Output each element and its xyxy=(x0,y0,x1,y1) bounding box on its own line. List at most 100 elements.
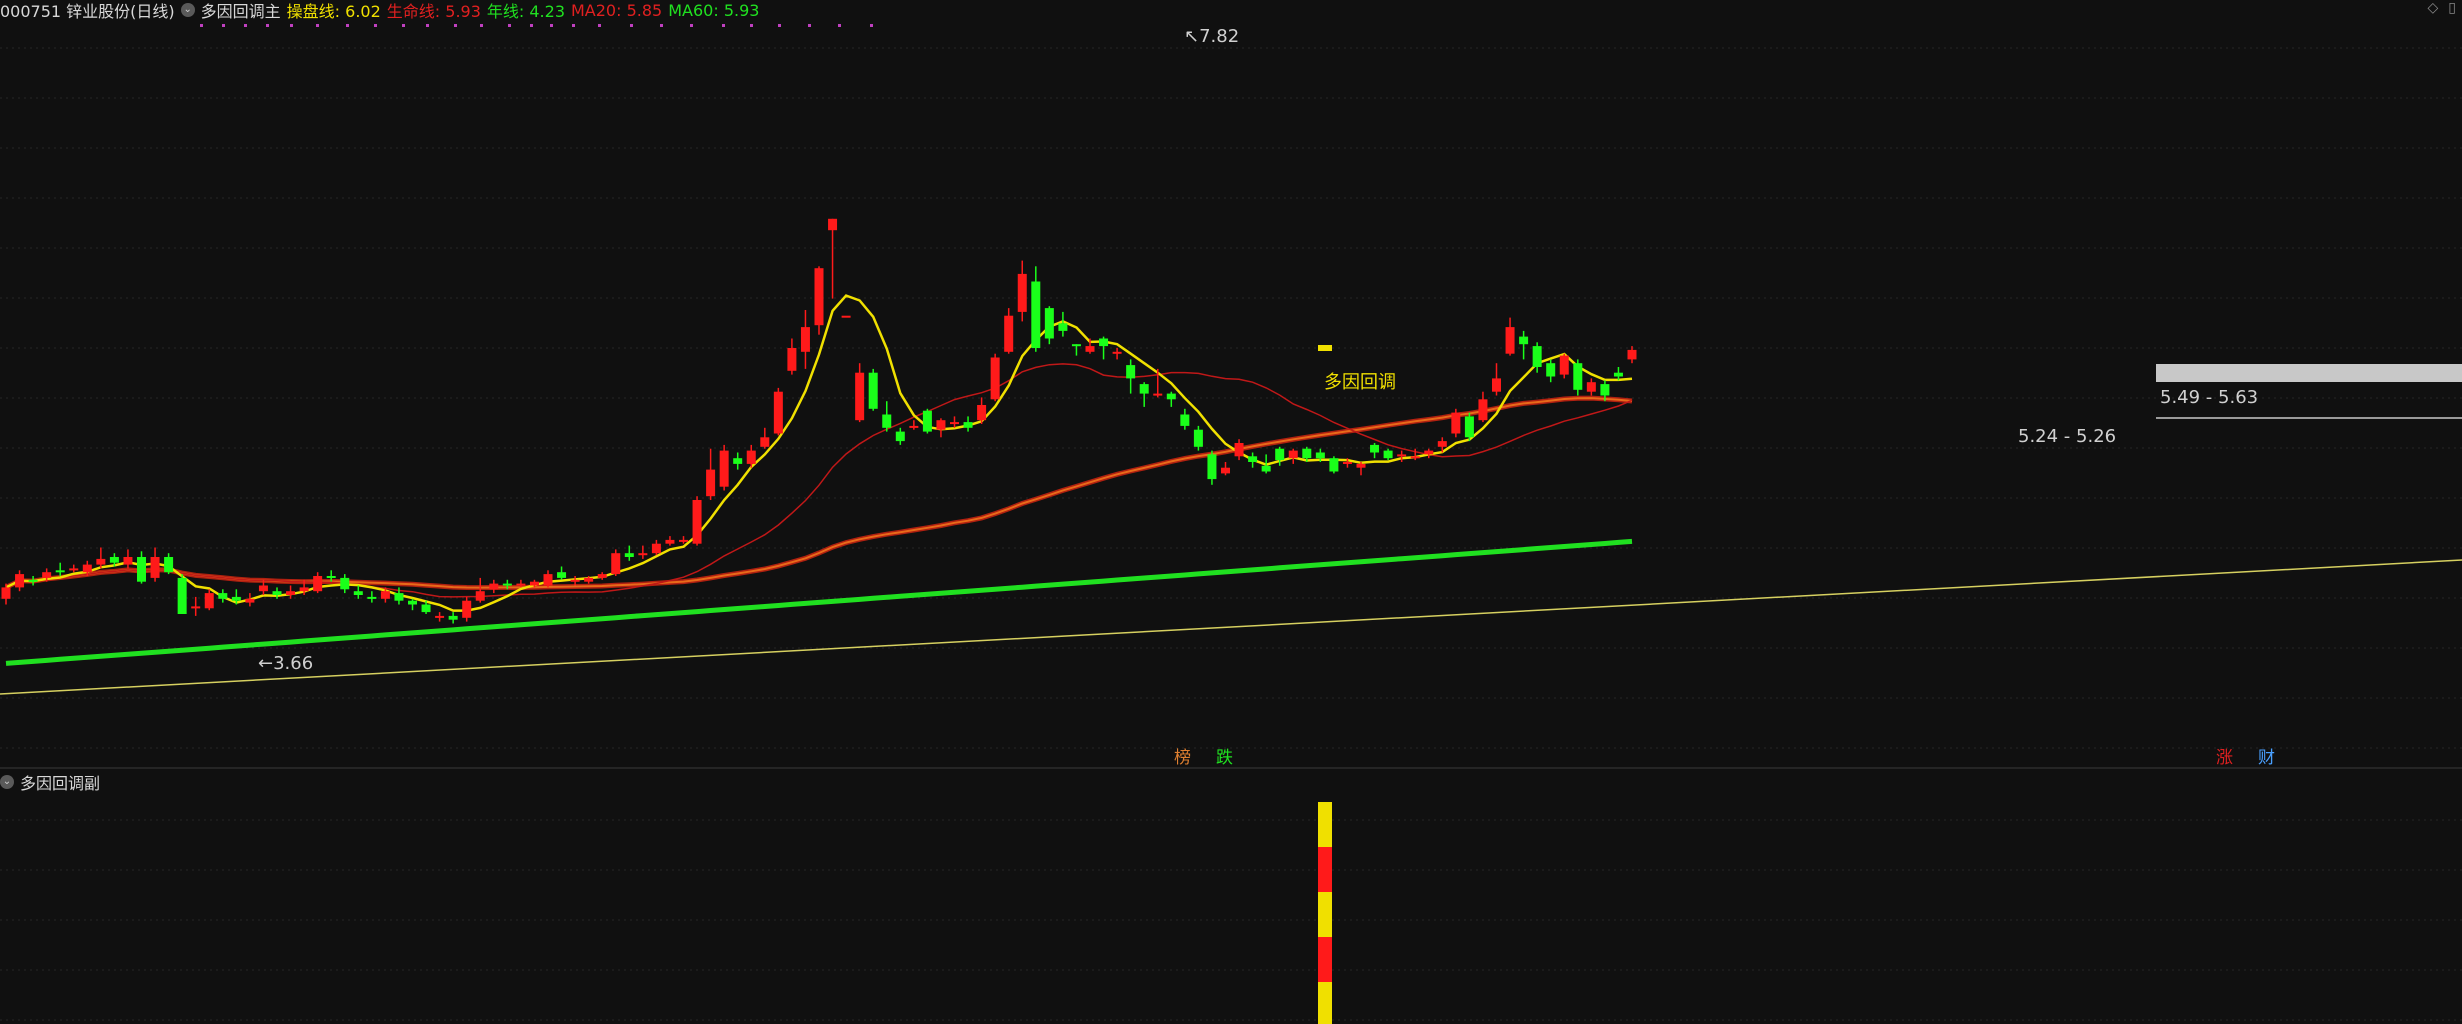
candle-body xyxy=(367,596,377,599)
panel-icon[interactable]: ▯ xyxy=(2448,0,2456,16)
candle-body xyxy=(841,315,851,318)
candle-body xyxy=(1044,308,1054,339)
candle-body xyxy=(1383,450,1393,459)
candle-body xyxy=(475,591,485,601)
zone-1-label: 5.24 - 5.26 xyxy=(2018,426,2116,447)
candle-body xyxy=(123,557,133,565)
candle-body xyxy=(977,405,987,421)
candle-body xyxy=(1410,456,1420,459)
candle-body xyxy=(679,539,688,542)
resistance-zone xyxy=(2156,364,2462,382)
candle-body xyxy=(1071,344,1081,347)
candle-body xyxy=(611,553,621,575)
indicator-item-ma60: MA60: 5.93 xyxy=(668,0,760,20)
candle-body xyxy=(922,410,932,432)
candle-body xyxy=(313,576,323,592)
signal-dot xyxy=(402,24,405,27)
candle-body xyxy=(1099,338,1109,347)
top-right-controls: ◇ ▯ xyxy=(2428,0,2457,16)
signal-dot xyxy=(630,24,633,27)
candle-body xyxy=(1085,346,1095,352)
candle-body xyxy=(746,450,756,464)
candle-body xyxy=(1532,346,1542,367)
candle-body xyxy=(1342,462,1352,464)
candle-body xyxy=(380,591,390,599)
candle-body xyxy=(1356,463,1366,468)
candle-body xyxy=(868,372,878,409)
candle-body xyxy=(272,591,282,595)
candle-body xyxy=(1139,384,1149,394)
diamond-icon[interactable]: ◇ xyxy=(2428,0,2439,16)
signal-mark xyxy=(1318,345,1332,351)
candle-body xyxy=(231,596,241,601)
candle-body xyxy=(137,557,146,582)
candle-body xyxy=(1559,355,1569,375)
candle-body xyxy=(421,604,431,613)
candle-body xyxy=(828,218,838,231)
candle-body xyxy=(1302,448,1312,459)
candle-body xyxy=(895,431,905,442)
signal-label: 多因回调 xyxy=(1324,372,1396,393)
candle-body xyxy=(787,348,797,371)
candle-body xyxy=(15,574,25,588)
chart-header: 000751 锌业股份(日线) ⌄ 多因回调主 操盘线: 6.02 生命线: 5… xyxy=(0,0,760,22)
stock-title: 000751 锌业股份(日线) xyxy=(0,2,175,21)
signal-dot xyxy=(572,24,575,27)
candle-body xyxy=(624,553,634,557)
signal-dot xyxy=(244,24,247,27)
candle-body xyxy=(1248,456,1258,462)
indicator-name[interactable]: 多因回调主 xyxy=(201,0,281,22)
candle-body xyxy=(773,391,783,434)
candle-body xyxy=(42,572,52,578)
indicator-item-ma20: MA20: 5.85 xyxy=(571,0,663,20)
candle-body xyxy=(353,591,363,595)
indicator-toggle-icon[interactable]: ⌄ xyxy=(180,3,195,17)
candle-body xyxy=(82,564,92,573)
candle-body xyxy=(990,357,1000,400)
candle-body xyxy=(340,577,350,590)
sub-indicator-toggle-icon[interactable]: ⌄ xyxy=(0,775,14,789)
candle-body xyxy=(1126,365,1136,379)
candle-body xyxy=(1600,384,1610,396)
candle-body xyxy=(502,583,512,586)
candle-body xyxy=(1,587,11,599)
sub-signal-segment xyxy=(1318,982,1332,1024)
candle-body xyxy=(760,437,770,447)
candle-body xyxy=(1464,416,1474,438)
high-price-label: ↖7.82 xyxy=(1184,26,1239,47)
kline-chart[interactable]: ↖7.82 ←3.66 多因回调 5.24 - 5.26 5.49 - 5.63 榜 跌 涨 财 xyxy=(0,0,2462,1024)
signal-dot xyxy=(200,24,203,27)
sub-signal-segment xyxy=(1318,802,1332,847)
candle-body xyxy=(1017,273,1027,312)
candle-body xyxy=(963,422,973,428)
signal-dot xyxy=(808,24,811,27)
signal-dot xyxy=(454,24,457,27)
candle-body xyxy=(1613,372,1623,377)
signal-dot xyxy=(426,24,429,27)
candle-body xyxy=(1424,450,1434,455)
candle-body xyxy=(204,593,214,609)
candle-body xyxy=(1437,441,1447,447)
sub-indicator-name[interactable]: 多因回调副 xyxy=(20,770,100,794)
sub-signal-segment xyxy=(1318,892,1332,937)
candle-body xyxy=(1180,414,1190,426)
event-marker: 财 xyxy=(2258,748,2275,768)
candle-body xyxy=(557,572,567,578)
low-price-label: ←3.66 xyxy=(258,653,313,674)
candle-body xyxy=(1397,454,1407,457)
candle-body xyxy=(109,557,119,563)
indicator-item-year-line: 年线: 4.23 xyxy=(486,2,565,21)
candle-body xyxy=(177,577,187,614)
candle-body xyxy=(299,587,309,592)
candle-body xyxy=(1370,444,1380,453)
candle-body xyxy=(800,327,810,352)
candle-body xyxy=(1492,378,1501,392)
candle-body xyxy=(692,500,702,544)
candle-body xyxy=(651,543,661,554)
candle-body xyxy=(584,577,594,582)
signal-dot xyxy=(550,24,553,27)
candle-body xyxy=(462,600,472,618)
candle-body xyxy=(950,422,959,425)
sub-signal-segment xyxy=(1318,937,1332,982)
signal-dot xyxy=(530,24,533,27)
